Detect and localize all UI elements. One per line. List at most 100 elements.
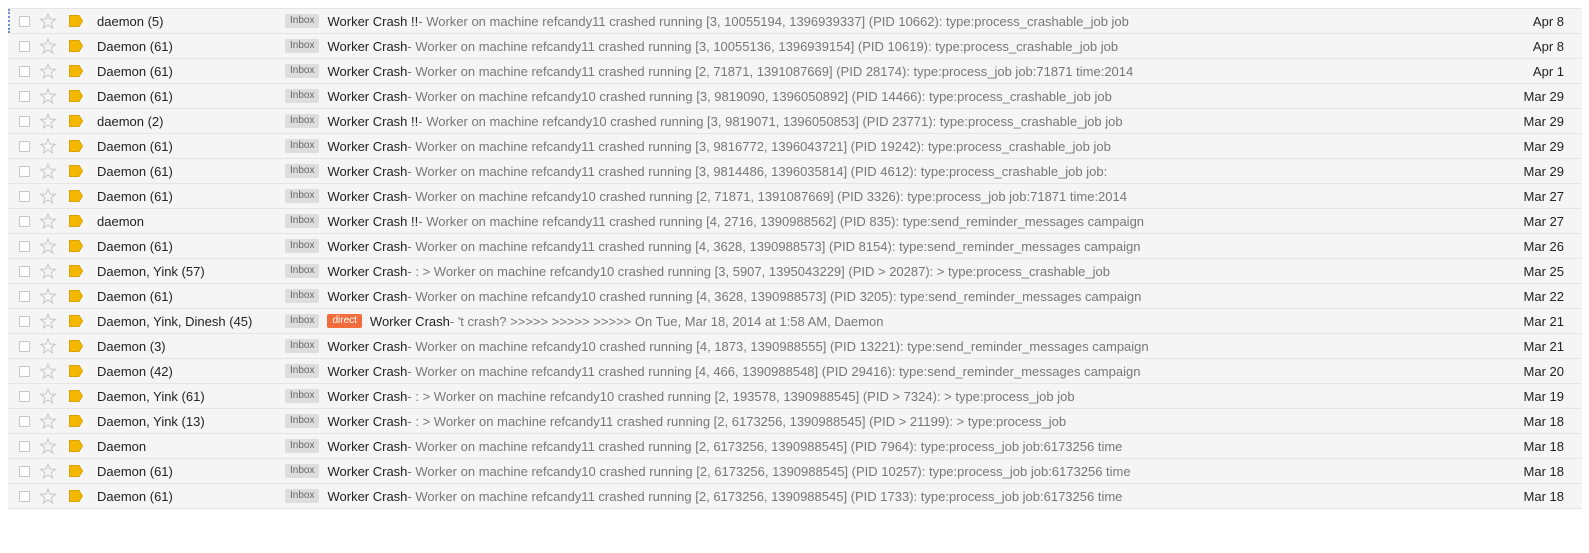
importance-marker-icon[interactable] [69,440,84,452]
star-icon[interactable] [39,162,57,180]
drag-handle[interactable] [8,361,11,381]
select-checkbox[interactable] [19,90,30,102]
importance-marker-icon[interactable] [69,490,84,502]
thread-content[interactable]: Inbox Worker Crash - Worker on machine r… [285,89,1492,104]
thread-row[interactable]: Daemon (61) Inbox Worker Crash - Worker … [8,84,1582,109]
importance-marker-icon[interactable] [69,365,84,377]
drag-handle[interactable] [8,411,11,431]
thread-row[interactable]: Daemon, Yink, Dinesh (45) Inbox direct W… [8,309,1582,334]
star-icon[interactable] [39,362,57,380]
thread-row[interactable]: Daemon, Yink (57) Inbox Worker Crash - :… [8,259,1582,284]
drag-handle[interactable] [8,386,11,406]
importance-marker-icon[interactable] [69,265,84,277]
thread-content[interactable]: Inbox Worker Crash !! - Worker on machin… [285,214,1492,229]
select-checkbox[interactable] [19,190,30,202]
thread-row[interactable]: Daemon (61) Inbox Worker Crash - Worker … [8,34,1582,59]
thread-content[interactable]: Inbox Worker Crash - : > Worker on machi… [285,414,1492,429]
importance-marker-icon[interactable] [69,165,84,177]
select-checkbox[interactable] [19,140,30,152]
thread-row[interactable]: Daemon Inbox Worker Crash - Worker on ma… [8,434,1582,459]
star-icon[interactable] [39,37,57,55]
drag-handle[interactable] [8,161,11,181]
importance-marker-icon[interactable] [69,40,84,52]
select-checkbox[interactable] [19,165,30,177]
importance-marker-icon[interactable] [69,140,84,152]
drag-handle[interactable] [8,236,11,256]
importance-marker-icon[interactable] [69,315,84,327]
star-icon[interactable] [39,287,57,305]
importance-marker-icon[interactable] [69,65,84,77]
select-checkbox[interactable] [19,390,30,402]
importance-marker-icon[interactable] [69,415,84,427]
thread-content[interactable]: Inbox Worker Crash - Worker on machine r… [285,489,1492,504]
thread-row[interactable]: Daemon (61) Inbox Worker Crash - Worker … [8,459,1582,484]
star-icon[interactable] [39,262,57,280]
thread-content[interactable]: Inbox Worker Crash - Worker on machine r… [285,164,1492,179]
thread-row[interactable]: Daemon, Yink (13) Inbox Worker Crash - :… [8,409,1582,434]
thread-content[interactable]: Inbox Worker Crash - Worker on machine r… [285,289,1492,304]
select-checkbox[interactable] [19,15,30,27]
select-checkbox[interactable] [19,40,30,52]
drag-handle[interactable] [8,36,11,56]
thread-row[interactable]: Daemon (61) Inbox Worker Crash - Worker … [8,59,1582,84]
select-checkbox[interactable] [19,290,30,302]
drag-handle[interactable] [8,461,11,481]
thread-content[interactable]: Inbox Worker Crash - Worker on machine r… [285,339,1492,354]
select-checkbox[interactable] [19,115,30,127]
thread-row[interactable]: Daemon (61) Inbox Worker Crash - Worker … [8,159,1582,184]
thread-content[interactable]: Inbox Worker Crash - Worker on machine r… [285,439,1492,454]
importance-marker-icon[interactable] [69,15,84,27]
importance-marker-icon[interactable] [69,290,84,302]
star-icon[interactable] [39,237,57,255]
thread-content[interactable]: Inbox Worker Crash - Worker on machine r… [285,189,1492,204]
star-icon[interactable] [39,112,57,130]
drag-handle[interactable] [8,286,11,306]
thread-content[interactable]: Inbox Worker Crash !! - Worker on machin… [285,14,1492,29]
drag-handle[interactable] [8,136,11,156]
star-icon[interactable] [39,412,57,430]
importance-marker-icon[interactable] [69,390,84,402]
drag-handle[interactable] [8,211,11,231]
drag-handle[interactable] [8,61,11,81]
star-icon[interactable] [39,387,57,405]
thread-content[interactable]: Inbox Worker Crash !! - Worker on machin… [285,114,1492,129]
thread-row[interactable]: Daemon (42) Inbox Worker Crash - Worker … [8,359,1582,384]
select-checkbox[interactable] [19,65,30,77]
thread-content[interactable]: Inbox Worker Crash - Worker on machine r… [285,239,1492,254]
importance-marker-icon[interactable] [69,215,84,227]
drag-handle[interactable] [8,486,11,506]
select-checkbox[interactable] [19,265,30,277]
select-checkbox[interactable] [19,440,30,452]
select-checkbox[interactable] [19,490,30,502]
star-icon[interactable] [39,337,57,355]
thread-row[interactable]: Daemon (61) Inbox Worker Crash - Worker … [8,484,1582,509]
thread-row[interactable]: Daemon (61) Inbox Worker Crash - Worker … [8,284,1582,309]
thread-content[interactable]: Inbox Worker Crash - : > Worker on machi… [285,389,1492,404]
drag-handle[interactable] [8,186,11,206]
thread-content[interactable]: Inbox direct Worker Crash - 't crash? >>… [285,314,1492,329]
thread-row[interactable]: Daemon (3) Inbox Worker Crash - Worker o… [8,334,1582,359]
star-icon[interactable] [39,312,57,330]
star-icon[interactable] [39,87,57,105]
thread-row[interactable]: Daemon (61) Inbox Worker Crash - Worker … [8,184,1582,209]
importance-marker-icon[interactable] [69,465,84,477]
drag-handle[interactable] [8,311,11,331]
thread-row[interactable]: Daemon (61) Inbox Worker Crash - Worker … [8,234,1582,259]
star-icon[interactable] [39,487,57,505]
star-icon[interactable] [39,462,57,480]
select-checkbox[interactable] [19,215,30,227]
thread-content[interactable]: Inbox Worker Crash - Worker on machine r… [285,139,1492,154]
importance-marker-icon[interactable] [69,240,84,252]
thread-row[interactable]: Daemon (61) Inbox Worker Crash - Worker … [8,134,1582,159]
select-checkbox[interactable] [19,340,30,352]
thread-row[interactable]: daemon Inbox Worker Crash !! - Worker on… [8,209,1582,234]
thread-content[interactable]: Inbox Worker Crash - Worker on machine r… [285,64,1492,79]
thread-content[interactable]: Inbox Worker Crash - Worker on machine r… [285,39,1492,54]
select-checkbox[interactable] [19,415,30,427]
select-checkbox[interactable] [19,315,30,327]
drag-handle[interactable] [8,111,11,131]
importance-marker-icon[interactable] [69,190,84,202]
importance-marker-icon[interactable] [69,115,84,127]
importance-marker-icon[interactable] [69,90,84,102]
select-checkbox[interactable] [19,465,30,477]
